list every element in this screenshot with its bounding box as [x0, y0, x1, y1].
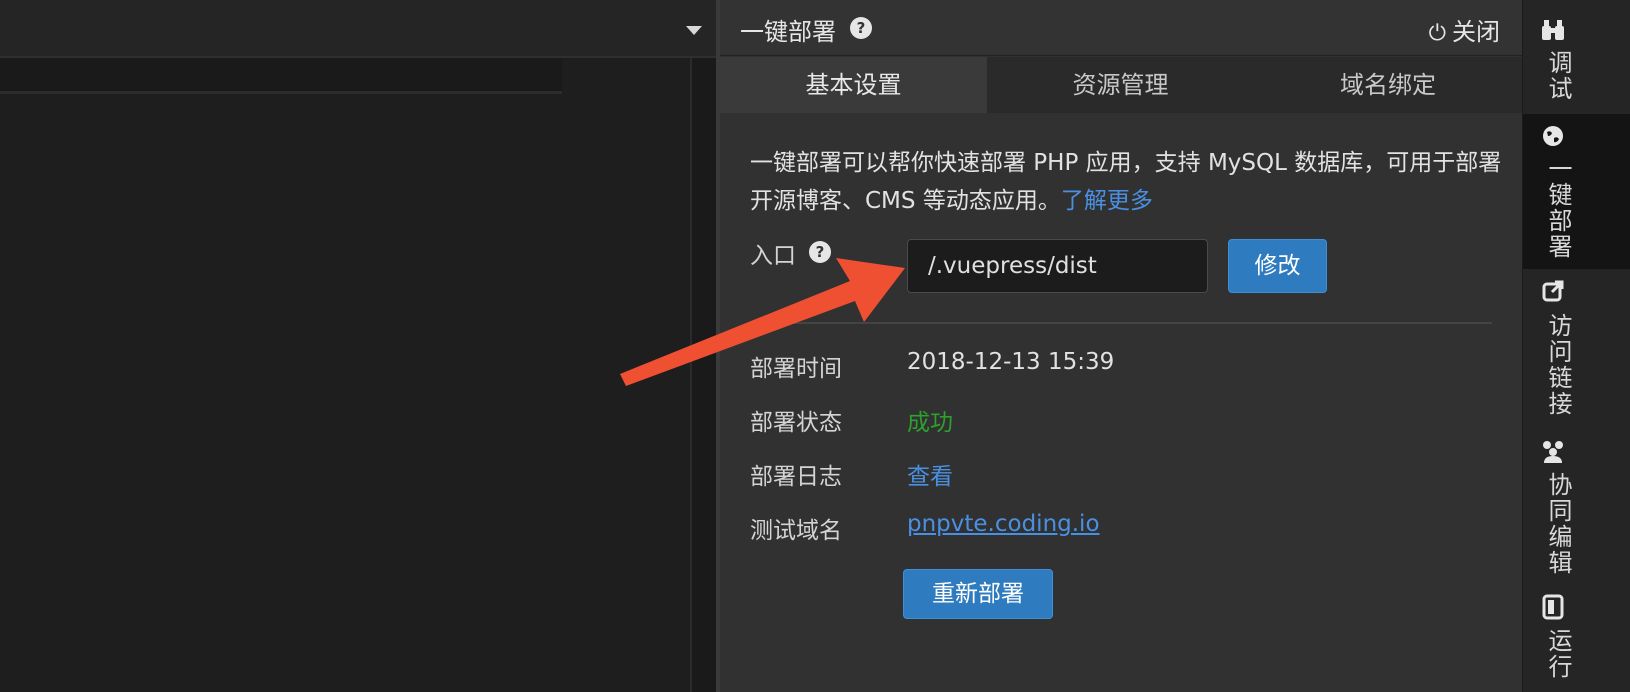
annotation-arrow-icon — [620, 258, 905, 386]
arrow-shape — [620, 258, 905, 386]
